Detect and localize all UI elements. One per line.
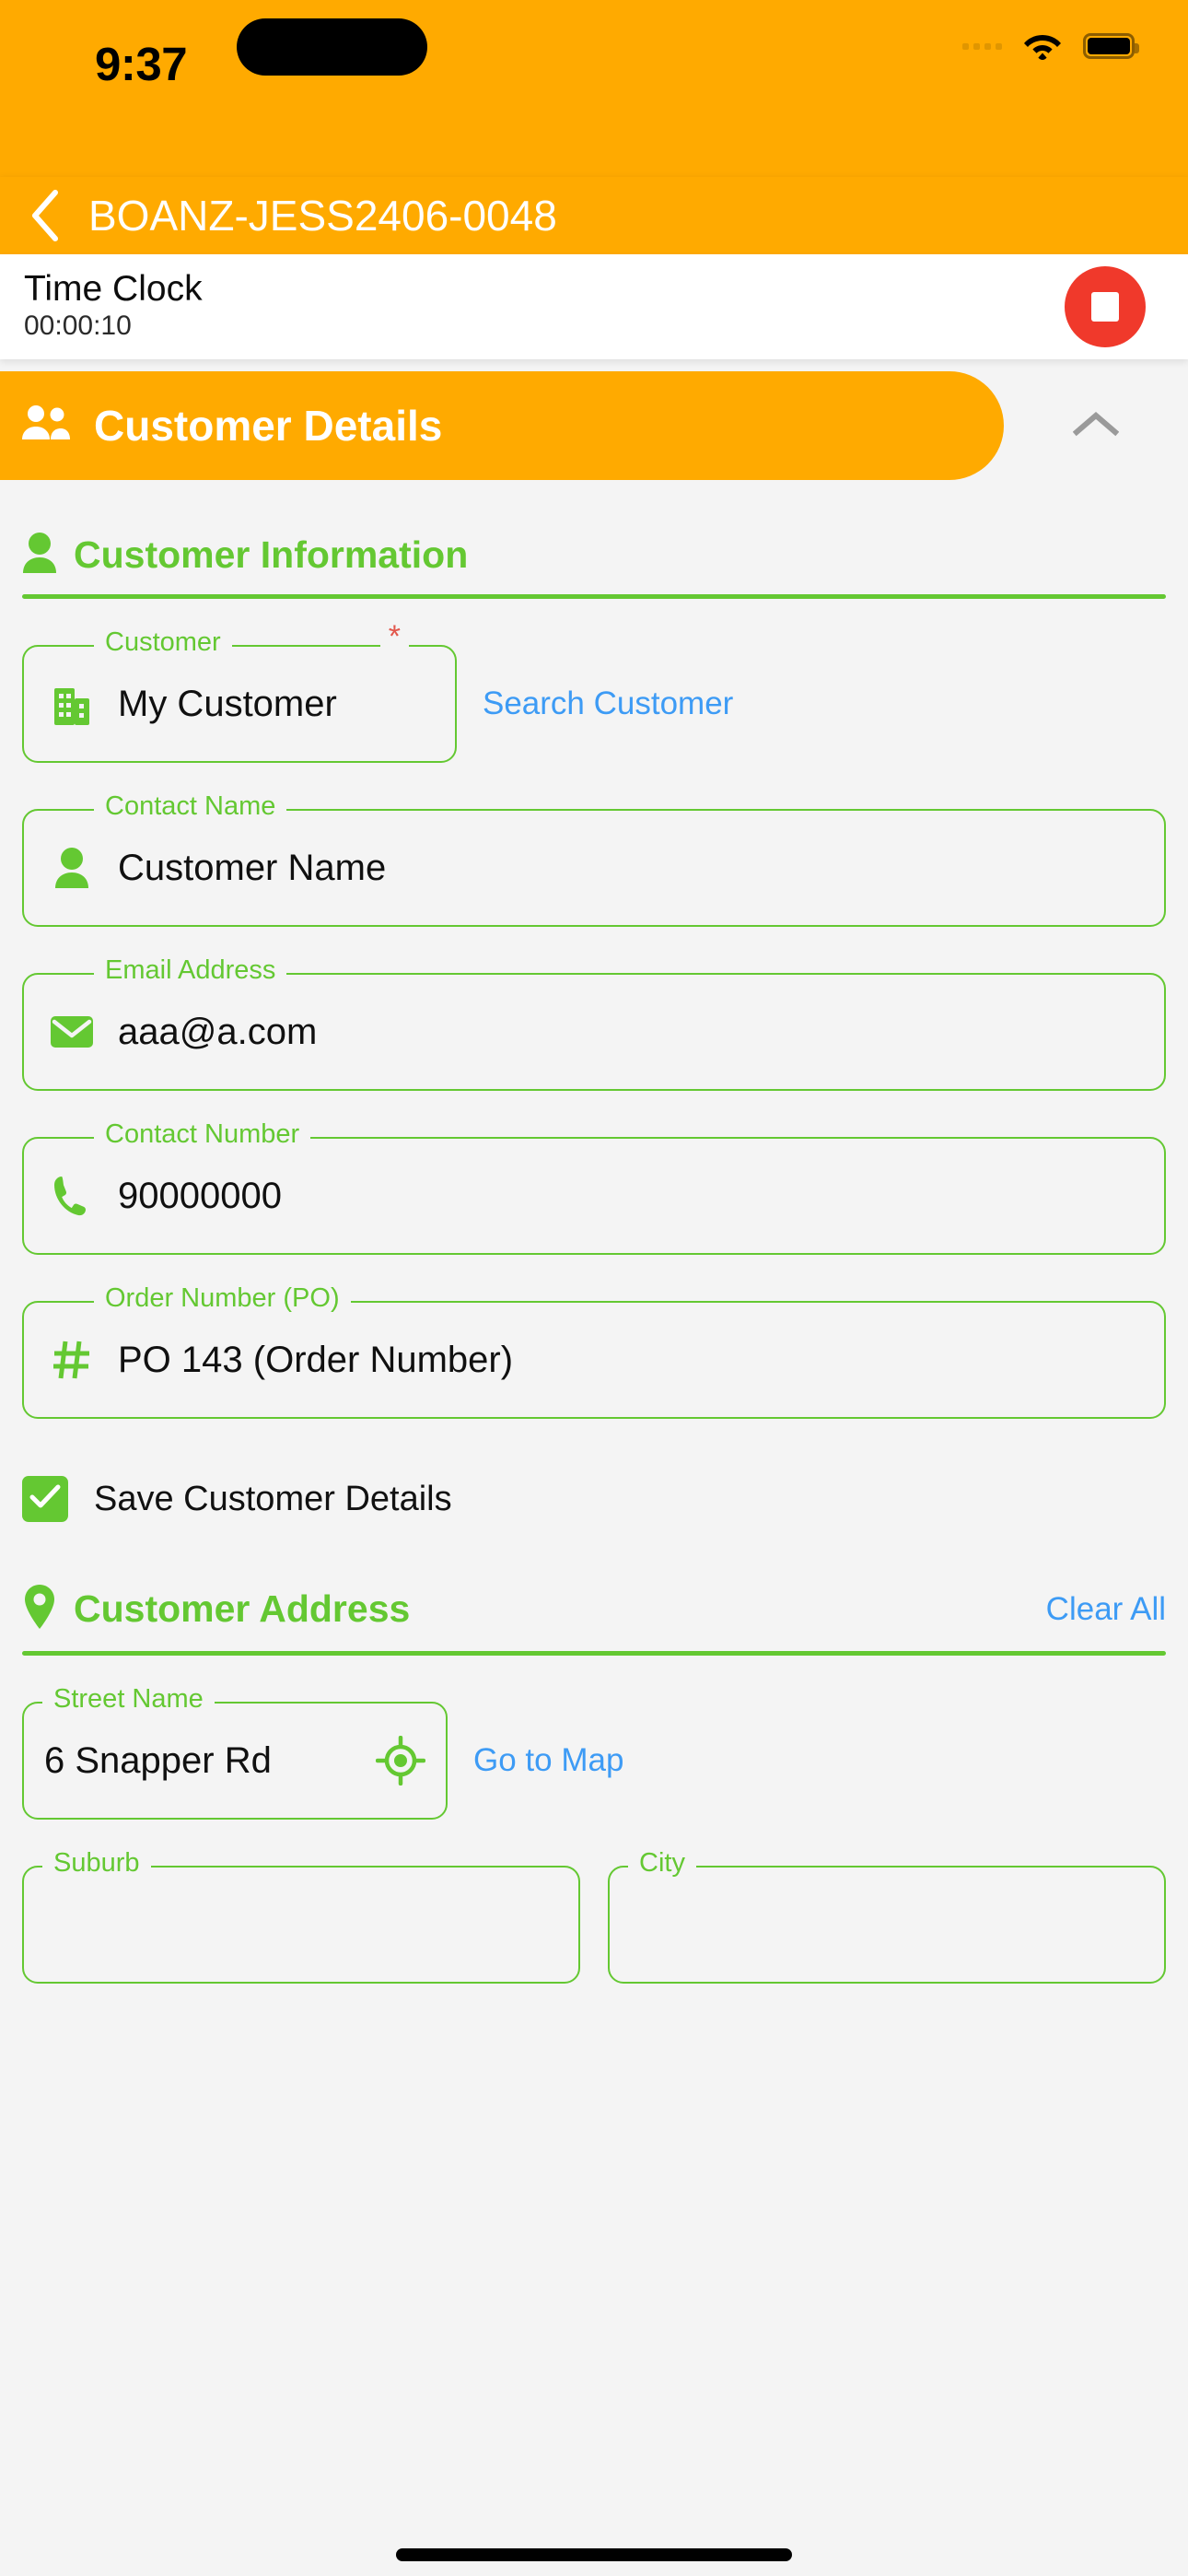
status-bar-time: 9:37 [95,38,188,90]
save-customer-details-checkbox[interactable] [22,1476,68,1522]
signal-dots-icon [962,42,1002,50]
contact-number-field[interactable]: Contact Number 90000000 [22,1121,1166,1255]
street-name-value: 6 Snapper Rd [44,1739,272,1781]
go-to-map-link[interactable]: Go to Map [473,1742,623,1779]
email-address-value: aaa@a.com [118,1011,318,1052]
order-number-label: Order Number (PO) [94,1285,351,1312]
order-number-value: PO 143 (Order Number) [118,1339,514,1380]
customer-details-body: Customer Information Customer * My Custo… [0,480,1188,1984]
nav-bar: BOANZ-JESS2406-0048 [0,177,1188,254]
customer-information-heading: Customer Information [74,533,469,576]
person-icon [48,847,96,889]
wifi-icon [1022,31,1063,61]
email-address-label: Email Address [94,957,287,984]
customer-address-header-left: Customer Address [22,1583,410,1635]
customer-field[interactable]: Customer * My Customer [22,621,457,763]
save-customer-details-label: Save Customer Details [94,1479,452,1518]
order-number-field[interactable]: Order Number (PO) PO 143 (Order Number) [22,1285,1166,1419]
time-clock-elapsed: 00:00:10 [24,310,132,342]
time-clock-bar: Time Clock 00:00:10 [0,254,1188,359]
chevron-left-icon [29,189,60,242]
city-field[interactable]: City [608,1850,1166,1984]
contact-number-value: 90000000 [118,1175,282,1216]
suburb-field[interactable]: Suburb [22,1850,580,1984]
street-name-field[interactable]: Street Name 6 Snapper Rd [22,1686,448,1820]
save-customer-details-row[interactable]: Save Customer Details [22,1476,1166,1522]
back-button[interactable] [0,177,88,254]
time-clock-stop-button[interactable] [1065,266,1146,347]
map-pin-icon [22,1583,57,1635]
time-clock-info: Time Clock 00:00:10 [24,269,203,342]
time-clock-title: Time Clock [24,269,203,310]
customer-details-header[interactable]: Customer Details [0,371,1004,480]
contact-name-label: Contact Name [94,793,287,820]
envelope-icon [48,1013,96,1050]
phone-icon [48,1174,96,1218]
customer-details-title: Customer Details [94,402,443,450]
suburb-city-row: Suburb City [22,1820,1166,1984]
street-name-row: Street Name 6 Snapper Rd Go to Map [22,1656,1166,1820]
search-customer-link[interactable]: Search Customer [483,685,733,722]
battery-icon [1083,33,1139,59]
people-icon [20,403,72,450]
building-icon [48,681,96,727]
status-bar: 9:37 [0,0,1188,177]
email-address-field[interactable]: Email Address aaa@a.com [22,957,1166,1091]
street-name-label: Street Name [42,1686,215,1713]
contact-number-label: Contact Number [94,1121,311,1148]
customer-field-value: My Customer [118,683,337,724]
home-indicator [396,2548,792,2561]
contact-name-field[interactable]: Contact Name Customer Name [22,793,1166,927]
crosshair-location-icon[interactable] [376,1736,425,1786]
customer-details-header-row: Customer Details [0,371,1188,480]
customer-field-label: Customer [94,629,232,656]
page-title: BOANZ-JESS2406-0048 [88,192,557,240]
customer-information-header: Customer Information [22,480,1166,579]
status-bar-indicators [962,31,1139,61]
customer-details-collapse-toggle[interactable] [1004,371,1188,480]
customer-field-required-mark: * [379,621,409,652]
customer-field-row: Customer * My Customer Search Customer [22,599,1166,763]
stop-square-icon [1091,292,1119,322]
chevron-up-icon [1072,410,1120,442]
city-label: City [628,1850,696,1877]
customer-address-heading: Customer Address [74,1587,411,1630]
customer-address-header: Customer Address Clear All [22,1522,1166,1635]
suburb-label: Suburb [42,1850,151,1877]
hash-icon [48,1338,96,1382]
dynamic-island [237,18,427,76]
customer-information-header-left: Customer Information [22,532,468,579]
clear-all-link[interactable]: Clear All [1046,1591,1166,1628]
contact-name-value: Customer Name [118,847,387,888]
customer-details-panel: Customer Details Customer Information Cu… [0,359,1188,1984]
person-icon [22,532,57,579]
checkmark-icon [29,1484,61,1515]
